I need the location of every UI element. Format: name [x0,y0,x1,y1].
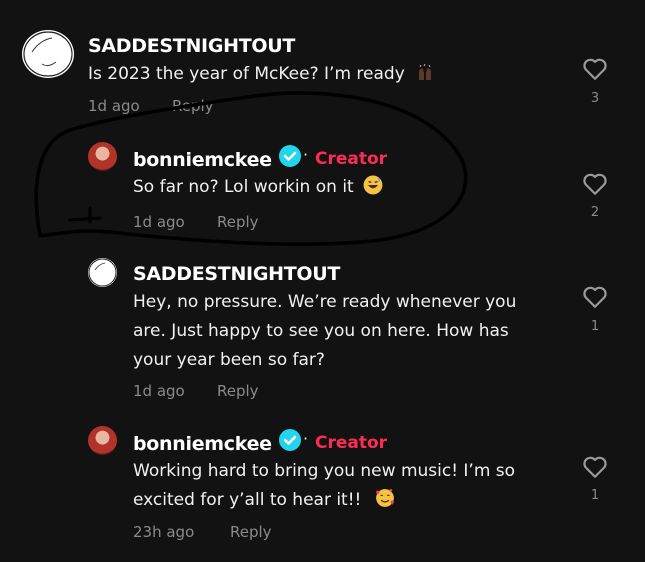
raised-hands-icon [419,64,432,80]
verified-badge-icon [279,429,301,451]
creator-label: Creator [315,149,388,169]
reply-button[interactable]: Reply [172,97,214,115]
comment-item: SADDESTNIGHTOUT Hey, no pressure. We’re … [0,245,645,420]
comment-username[interactable]: SADDESTNIGHTOUT [133,263,340,285]
comment-text: So far no? Lol workin on it [133,173,383,202]
comment-text-line: your year been so far? [133,350,325,370]
creator-avatar[interactable] [88,142,117,171]
like-button[interactable] [580,172,610,200]
comment-username[interactable]: SADDESTNIGHTOUT [88,35,295,57]
comment-item: bonniemckee · Creator So far no? Lol wor… [0,130,645,245]
smiling-hearts-icon [375,488,394,507]
user-avatar[interactable] [88,258,117,287]
like-button[interactable] [580,285,610,313]
heart-outline-icon [583,456,607,478]
reply-button[interactable]: Reply [217,213,259,231]
comment-item: SADDESTNIGHTOUT Is 2023 the year of McKe… [0,0,645,130]
like-count: 2 [590,205,600,220]
comment-username[interactable]: bonniemckee [133,149,272,171]
comment-time: 1d ago [133,382,185,400]
user-avatar[interactable] [22,30,74,78]
comment-text-line: Working hard to bring you new music! I’m… [133,461,516,481]
separator-dot: · [303,429,309,448]
heart-outline-icon [583,58,607,80]
comment-time: 23h ago [133,523,195,541]
comment-text: Hey, no pressure. We’re ready whenever y… [133,288,516,375]
comment-text: Is 2023 the year of McKee? I’m ready [88,60,436,89]
comment-username[interactable]: bonniemckee [133,433,272,455]
reply-button[interactable]: Reply [217,382,259,400]
sketch-face-icon [88,258,117,287]
like-count: 1 [590,319,600,334]
sketch-face-icon [23,31,73,77]
comment-time: 1d ago [88,97,140,115]
heart-outline-icon [583,173,607,195]
comment-text-line-with-emoji: excited for y’all to hear it!! [133,486,515,515]
reply-button[interactable]: Reply [230,523,272,541]
heart-outline-icon [583,286,607,308]
comment-thread: SADDESTNIGHTOUT Is 2023 the year of McKe… [0,0,645,562]
like-button[interactable] [580,57,610,85]
separator-dot: · [303,145,309,164]
sweat-smile-icon [363,175,383,195]
comment-text: Working hard to bring you new music! I’m… [133,457,515,515]
like-button[interactable] [580,455,610,483]
verified-badge-icon [279,145,301,167]
comment-text-line: are. Just happy to see you on here. How … [133,321,509,341]
creator-avatar[interactable] [88,426,117,455]
comment-text-content: Is 2023 the year of McKee? I’m ready [88,64,405,84]
comment-time: 1d ago [133,213,185,231]
comment-item: bonniemckee · Creator Working hard to br… [0,420,645,562]
comment-text-line: Hey, no pressure. We’re ready whenever y… [133,292,517,312]
comment-text-content: excited for y’all to hear it!! [133,490,362,510]
comment-text-content: So far no? Lol workin on it [133,177,354,197]
like-count: 3 [590,91,600,106]
creator-label: Creator [315,433,388,453]
like-count: 1 [590,488,600,503]
